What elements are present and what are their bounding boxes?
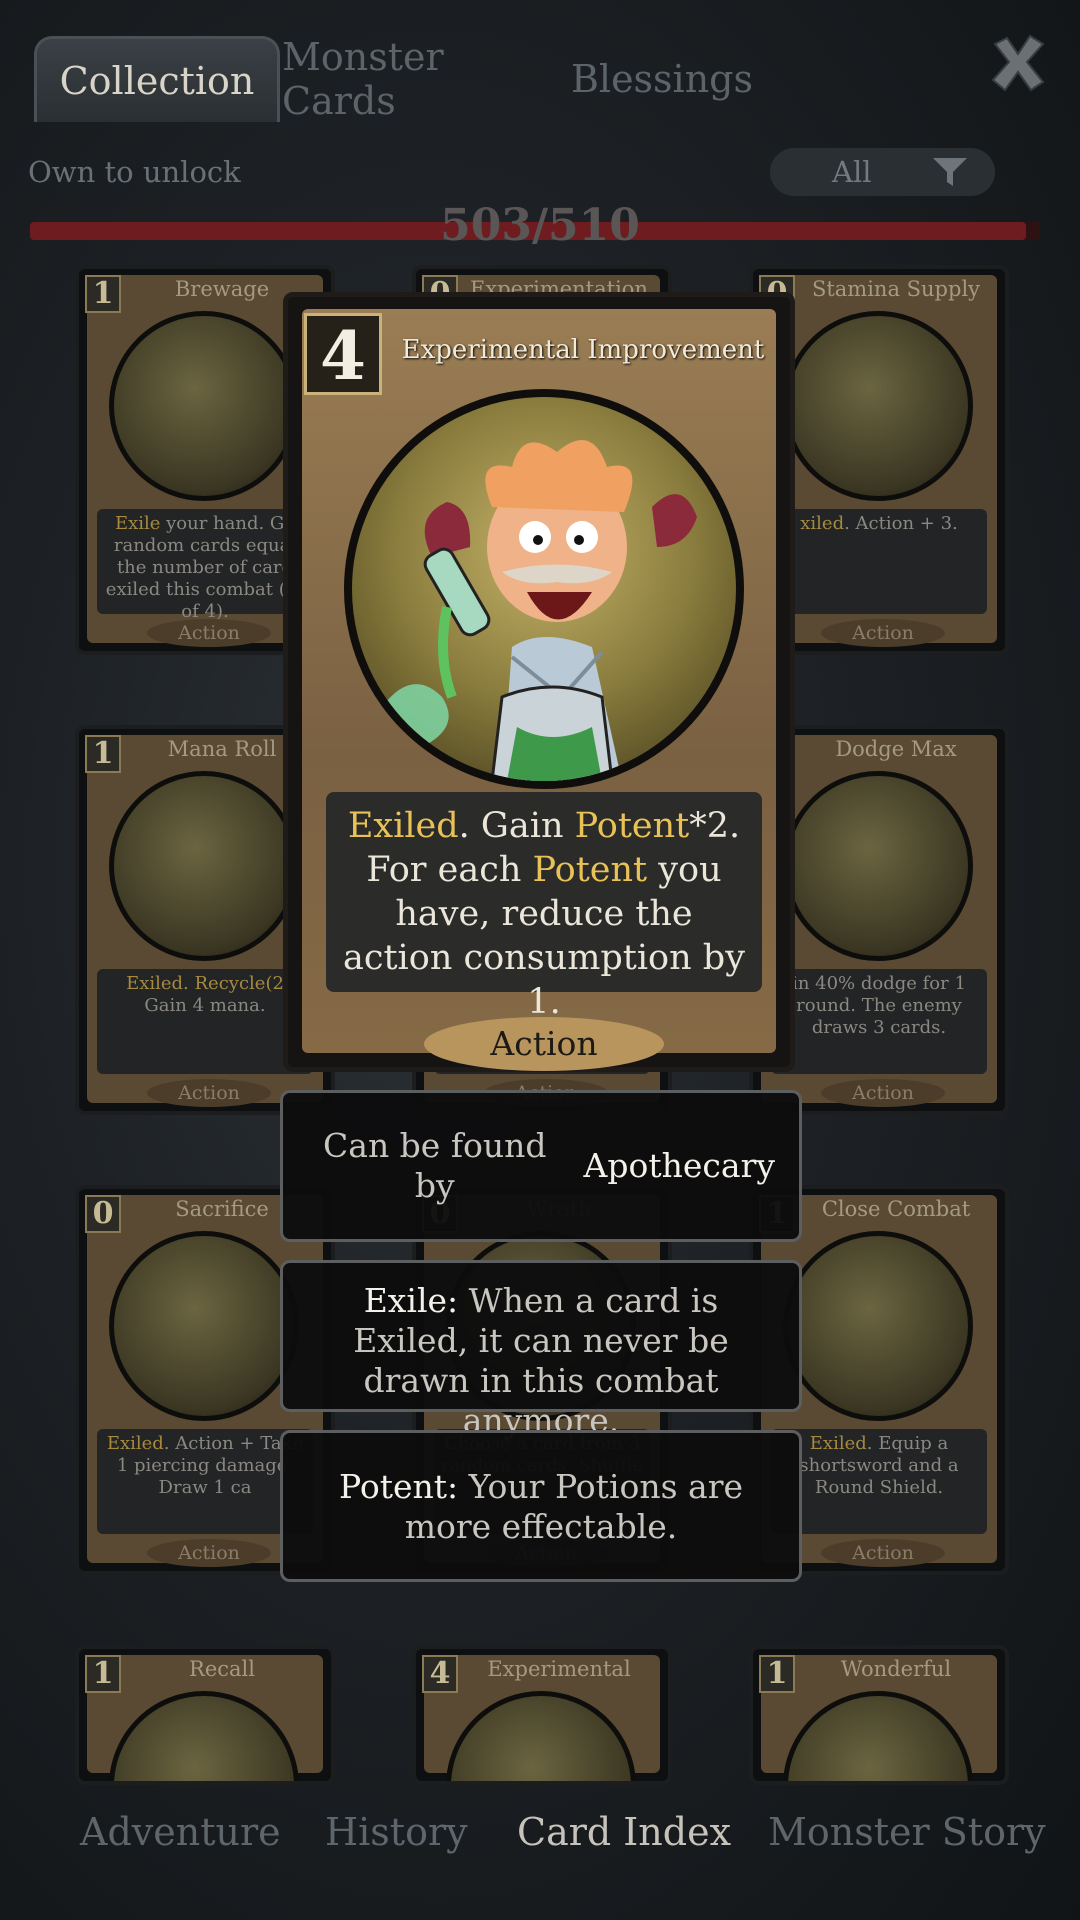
card-title: Stamina Supply xyxy=(811,277,981,301)
card-description: Exiled. Recycle(2 Gain 4 mana. xyxy=(97,969,313,1074)
card-cost: 1 xyxy=(85,1655,121,1693)
card-title: Close Combat xyxy=(821,1197,971,1221)
tab-monster-cards[interactable]: Monster Cards xyxy=(282,35,544,123)
collection-card[interactable]: 1 Recall xyxy=(75,1645,335,1785)
card-title: Dodge Max xyxy=(835,737,957,761)
card-type: Action xyxy=(821,619,945,647)
card-type: Action xyxy=(147,619,271,647)
nav-history[interactable]: History xyxy=(325,1810,468,1854)
nav-card-index[interactable]: Card Index xyxy=(517,1810,731,1854)
card-cost: 1 xyxy=(759,1655,795,1693)
card-description: Exiled. Equip a shortsword and a Round S… xyxy=(771,1429,987,1534)
card-description: xiled. Action + 3. xyxy=(771,509,987,614)
card-cost: 4 xyxy=(422,1655,458,1693)
featured-card-cost-box: 4 xyxy=(304,313,382,395)
tab-blessings[interactable]: Blessings xyxy=(546,36,778,122)
funnel-icon xyxy=(933,158,967,186)
collection-card[interactable]: 4 Experimental xyxy=(412,1645,672,1785)
collection-card[interactable]: 1 Wonderful xyxy=(749,1645,1009,1785)
mad-scientist-illustration xyxy=(382,440,697,781)
card-type: Action xyxy=(821,1079,945,1107)
found-by-prefix: Can be found by xyxy=(323,1126,547,1205)
card-art xyxy=(109,1231,299,1421)
card-art xyxy=(783,1231,973,1421)
featured-card-title: Experimental Improvement xyxy=(401,335,765,365)
tab-collection[interactable]: Collection xyxy=(34,36,280,122)
unlock-filter-label: Own to unlock xyxy=(28,155,241,189)
card-art xyxy=(783,771,973,961)
card-type: Action xyxy=(821,1539,945,1567)
found-by-class: Apothecary xyxy=(583,1146,775,1185)
card-title: Wonderful xyxy=(840,1657,952,1681)
card-art xyxy=(783,311,973,501)
featured-card-type: Action xyxy=(424,1017,664,1071)
potent-keyword-tooltip: Potent: Your Potions are more effectable… xyxy=(280,1430,802,1582)
exile-keyword-tooltip: Exile: When a card is Exiled, it can nev… xyxy=(280,1260,802,1440)
card-type: Action xyxy=(147,1539,271,1567)
featured-card: 4 Experimental Improvement Exiled. Gain … xyxy=(283,292,795,1072)
filter-dropdown[interactable]: All xyxy=(770,148,995,196)
card-cost: 0 xyxy=(85,1195,121,1233)
potent-term: Potent: xyxy=(338,1467,459,1506)
nav-adventure[interactable]: Adventure xyxy=(80,1810,281,1854)
card-type: Action xyxy=(147,1079,271,1107)
card-art xyxy=(109,771,299,961)
card-title: Recall xyxy=(189,1657,255,1681)
card-cost: 1 xyxy=(85,275,121,313)
nav-monster-story[interactable]: Monster Story xyxy=(768,1810,1046,1854)
featured-card-cost: 4 xyxy=(320,317,366,395)
card-description: Exile your hand. Ga random cards equal t… xyxy=(97,509,313,622)
filter-value: All xyxy=(832,155,872,189)
card-cost: 1 xyxy=(85,735,121,773)
close-icon[interactable] xyxy=(985,30,1051,96)
found-by-tooltip: Can be found by Apothecary xyxy=(280,1090,802,1242)
card-title: Experimental xyxy=(487,1657,631,1681)
collection-progress-text: 503/510 xyxy=(440,200,640,251)
card-art xyxy=(109,311,299,501)
featured-card-description: Exiled. Gain Potent*2. For each Potent y… xyxy=(326,792,762,1022)
card-description: in 40% dodge for 1 round. The enemy draw… xyxy=(771,969,987,1074)
featured-card-art xyxy=(344,389,744,789)
card-index-screen: Collection Monster Cards Blessings Own t… xyxy=(0,0,1080,1920)
exile-term: Exile: xyxy=(363,1281,459,1320)
